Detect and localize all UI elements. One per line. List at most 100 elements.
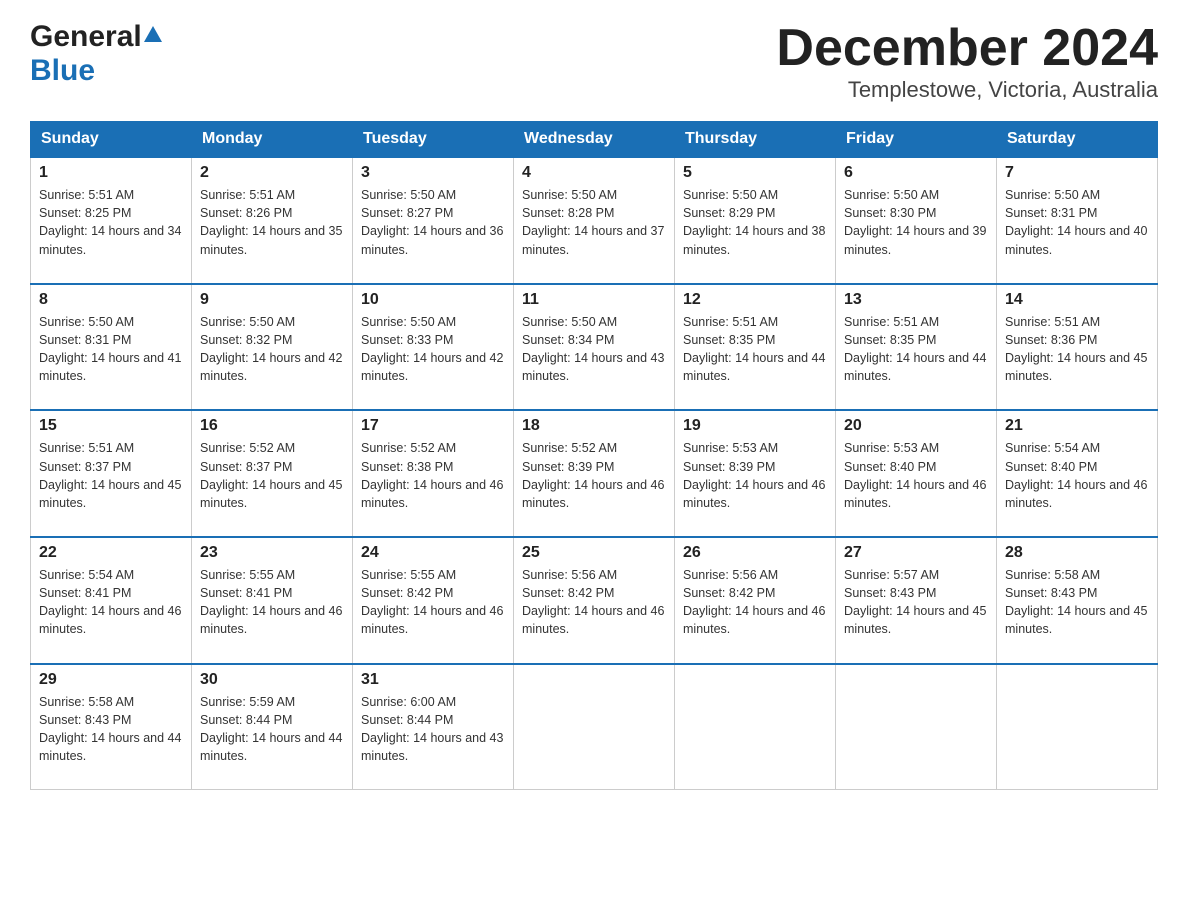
calendar-cell: 17 Sunrise: 5:52 AM Sunset: 8:38 PM Dayl…: [353, 410, 514, 537]
calendar-title: December 2024: [776, 20, 1158, 77]
logo-blue-text: Blue: [30, 54, 95, 87]
calendar-cell: 23 Sunrise: 5:55 AM Sunset: 8:41 PM Dayl…: [192, 537, 353, 664]
calendar-cell: [675, 664, 836, 790]
day-number: 14: [1005, 291, 1149, 309]
day-info: Sunrise: 5:50 AM Sunset: 8:33 PM Dayligh…: [361, 313, 505, 404]
calendar-cell: 16 Sunrise: 5:52 AM Sunset: 8:37 PM Dayl…: [192, 410, 353, 537]
calendar-cell: 25 Sunrise: 5:56 AM Sunset: 8:42 PM Dayl…: [514, 537, 675, 664]
day-number: 31: [361, 671, 505, 689]
day-number: 23: [200, 544, 344, 562]
day-number: 2: [200, 164, 344, 182]
day-info: Sunrise: 5:55 AM Sunset: 8:42 PM Dayligh…: [361, 566, 505, 657]
day-number: 22: [39, 544, 183, 562]
calendar-cell: 22 Sunrise: 5:54 AM Sunset: 8:41 PM Dayl…: [31, 537, 192, 664]
day-info: Sunrise: 5:51 AM Sunset: 8:25 PM Dayligh…: [39, 186, 183, 277]
calendar-cell: 7 Sunrise: 5:50 AM Sunset: 8:31 PM Dayli…: [997, 157, 1158, 284]
page-header: General Blue December 2024 Templestowe, …: [30, 20, 1158, 103]
calendar-cell: 6 Sunrise: 5:50 AM Sunset: 8:30 PM Dayli…: [836, 157, 997, 284]
calendar-cell: 13 Sunrise: 5:51 AM Sunset: 8:35 PM Dayl…: [836, 284, 997, 411]
calendar-cell: 19 Sunrise: 5:53 AM Sunset: 8:39 PM Dayl…: [675, 410, 836, 537]
day-number: 29: [39, 671, 183, 689]
day-number: 1: [39, 164, 183, 182]
day-number: 12: [683, 291, 827, 309]
day-number: 7: [1005, 164, 1149, 182]
calendar-cell: 18 Sunrise: 5:52 AM Sunset: 8:39 PM Dayl…: [514, 410, 675, 537]
day-info: Sunrise: 5:53 AM Sunset: 8:39 PM Dayligh…: [683, 439, 827, 530]
day-info: Sunrise: 5:51 AM Sunset: 8:35 PM Dayligh…: [844, 313, 988, 404]
header-wednesday: Wednesday: [514, 122, 675, 158]
header-monday: Monday: [192, 122, 353, 158]
calendar-cell: 14 Sunrise: 5:51 AM Sunset: 8:36 PM Dayl…: [997, 284, 1158, 411]
logo-combined: General: [30, 20, 162, 54]
week-row-4: 22 Sunrise: 5:54 AM Sunset: 8:41 PM Dayl…: [31, 537, 1158, 664]
day-number: 30: [200, 671, 344, 689]
day-number: 8: [39, 291, 183, 309]
week-row-5: 29 Sunrise: 5:58 AM Sunset: 8:43 PM Dayl…: [31, 664, 1158, 790]
day-number: 3: [361, 164, 505, 182]
calendar-cell: 21 Sunrise: 5:54 AM Sunset: 8:40 PM Dayl…: [997, 410, 1158, 537]
day-number: 17: [361, 417, 505, 435]
day-info: Sunrise: 5:50 AM Sunset: 8:30 PM Dayligh…: [844, 186, 988, 277]
calendar-cell: 4 Sunrise: 5:50 AM Sunset: 8:28 PM Dayli…: [514, 157, 675, 284]
logo-triangle-icon: [144, 24, 162, 42]
calendar-cell: 9 Sunrise: 5:50 AM Sunset: 8:32 PM Dayli…: [192, 284, 353, 411]
calendar-table: SundayMondayTuesdayWednesdayThursdayFrid…: [30, 121, 1158, 790]
day-number: 13: [844, 291, 988, 309]
day-number: 28: [1005, 544, 1149, 562]
day-info: Sunrise: 5:51 AM Sunset: 8:26 PM Dayligh…: [200, 186, 344, 277]
day-info: Sunrise: 5:50 AM Sunset: 8:28 PM Dayligh…: [522, 186, 666, 277]
calendar-subtitle: Templestowe, Victoria, Australia: [776, 77, 1158, 103]
header-tuesday: Tuesday: [353, 122, 514, 158]
day-info: Sunrise: 5:50 AM Sunset: 8:27 PM Dayligh…: [361, 186, 505, 277]
logo-general-text: General: [30, 20, 142, 54]
day-number: 10: [361, 291, 505, 309]
day-info: Sunrise: 5:58 AM Sunset: 8:43 PM Dayligh…: [1005, 566, 1149, 657]
day-info: Sunrise: 5:50 AM Sunset: 8:31 PM Dayligh…: [1005, 186, 1149, 277]
calendar-cell: 8 Sunrise: 5:50 AM Sunset: 8:31 PM Dayli…: [31, 284, 192, 411]
day-number: 5: [683, 164, 827, 182]
calendar-cell: 29 Sunrise: 5:58 AM Sunset: 8:43 PM Dayl…: [31, 664, 192, 790]
calendar-cell: 28 Sunrise: 5:58 AM Sunset: 8:43 PM Dayl…: [997, 537, 1158, 664]
calendar-cell: 31 Sunrise: 6:00 AM Sunset: 8:44 PM Dayl…: [353, 664, 514, 790]
day-info: Sunrise: 5:56 AM Sunset: 8:42 PM Dayligh…: [683, 566, 827, 657]
day-info: Sunrise: 5:50 AM Sunset: 8:32 PM Dayligh…: [200, 313, 344, 404]
header-friday: Friday: [836, 122, 997, 158]
calendar-cell: 30 Sunrise: 5:59 AM Sunset: 8:44 PM Dayl…: [192, 664, 353, 790]
day-number: 16: [200, 417, 344, 435]
day-number: 4: [522, 164, 666, 182]
day-number: 25: [522, 544, 666, 562]
header-thursday: Thursday: [675, 122, 836, 158]
day-info: Sunrise: 5:52 AM Sunset: 8:38 PM Dayligh…: [361, 439, 505, 530]
logo: General Blue: [30, 20, 162, 88]
day-info: Sunrise: 5:54 AM Sunset: 8:41 PM Dayligh…: [39, 566, 183, 657]
day-number: 15: [39, 417, 183, 435]
day-number: 19: [683, 417, 827, 435]
calendar-cell: 12 Sunrise: 5:51 AM Sunset: 8:35 PM Dayl…: [675, 284, 836, 411]
day-info: Sunrise: 5:59 AM Sunset: 8:44 PM Dayligh…: [200, 693, 344, 784]
day-number: 6: [844, 164, 988, 182]
day-number: 27: [844, 544, 988, 562]
calendar-cell: 15 Sunrise: 5:51 AM Sunset: 8:37 PM Dayl…: [31, 410, 192, 537]
day-info: Sunrise: 5:54 AM Sunset: 8:40 PM Dayligh…: [1005, 439, 1149, 530]
calendar-cell: 27 Sunrise: 5:57 AM Sunset: 8:43 PM Dayl…: [836, 537, 997, 664]
calendar-cell: 10 Sunrise: 5:50 AM Sunset: 8:33 PM Dayl…: [353, 284, 514, 411]
calendar-cell: 26 Sunrise: 5:56 AM Sunset: 8:42 PM Dayl…: [675, 537, 836, 664]
day-number: 24: [361, 544, 505, 562]
day-number: 9: [200, 291, 344, 309]
calendar-cell: [514, 664, 675, 790]
day-number: 21: [1005, 417, 1149, 435]
day-info: Sunrise: 5:57 AM Sunset: 8:43 PM Dayligh…: [844, 566, 988, 657]
week-row-1: 1 Sunrise: 5:51 AM Sunset: 8:25 PM Dayli…: [31, 157, 1158, 284]
day-info: Sunrise: 5:58 AM Sunset: 8:43 PM Dayligh…: [39, 693, 183, 784]
day-number: 18: [522, 417, 666, 435]
calendar-cell: 2 Sunrise: 5:51 AM Sunset: 8:26 PM Dayli…: [192, 157, 353, 284]
day-info: Sunrise: 5:51 AM Sunset: 8:37 PM Dayligh…: [39, 439, 183, 530]
calendar-cell: 5 Sunrise: 5:50 AM Sunset: 8:29 PM Dayli…: [675, 157, 836, 284]
day-number: 11: [522, 291, 666, 309]
day-number: 26: [683, 544, 827, 562]
calendar-cell: [997, 664, 1158, 790]
day-info: Sunrise: 5:51 AM Sunset: 8:36 PM Dayligh…: [1005, 313, 1149, 404]
header-saturday: Saturday: [997, 122, 1158, 158]
week-row-3: 15 Sunrise: 5:51 AM Sunset: 8:37 PM Dayl…: [31, 410, 1158, 537]
day-info: Sunrise: 5:50 AM Sunset: 8:34 PM Dayligh…: [522, 313, 666, 404]
